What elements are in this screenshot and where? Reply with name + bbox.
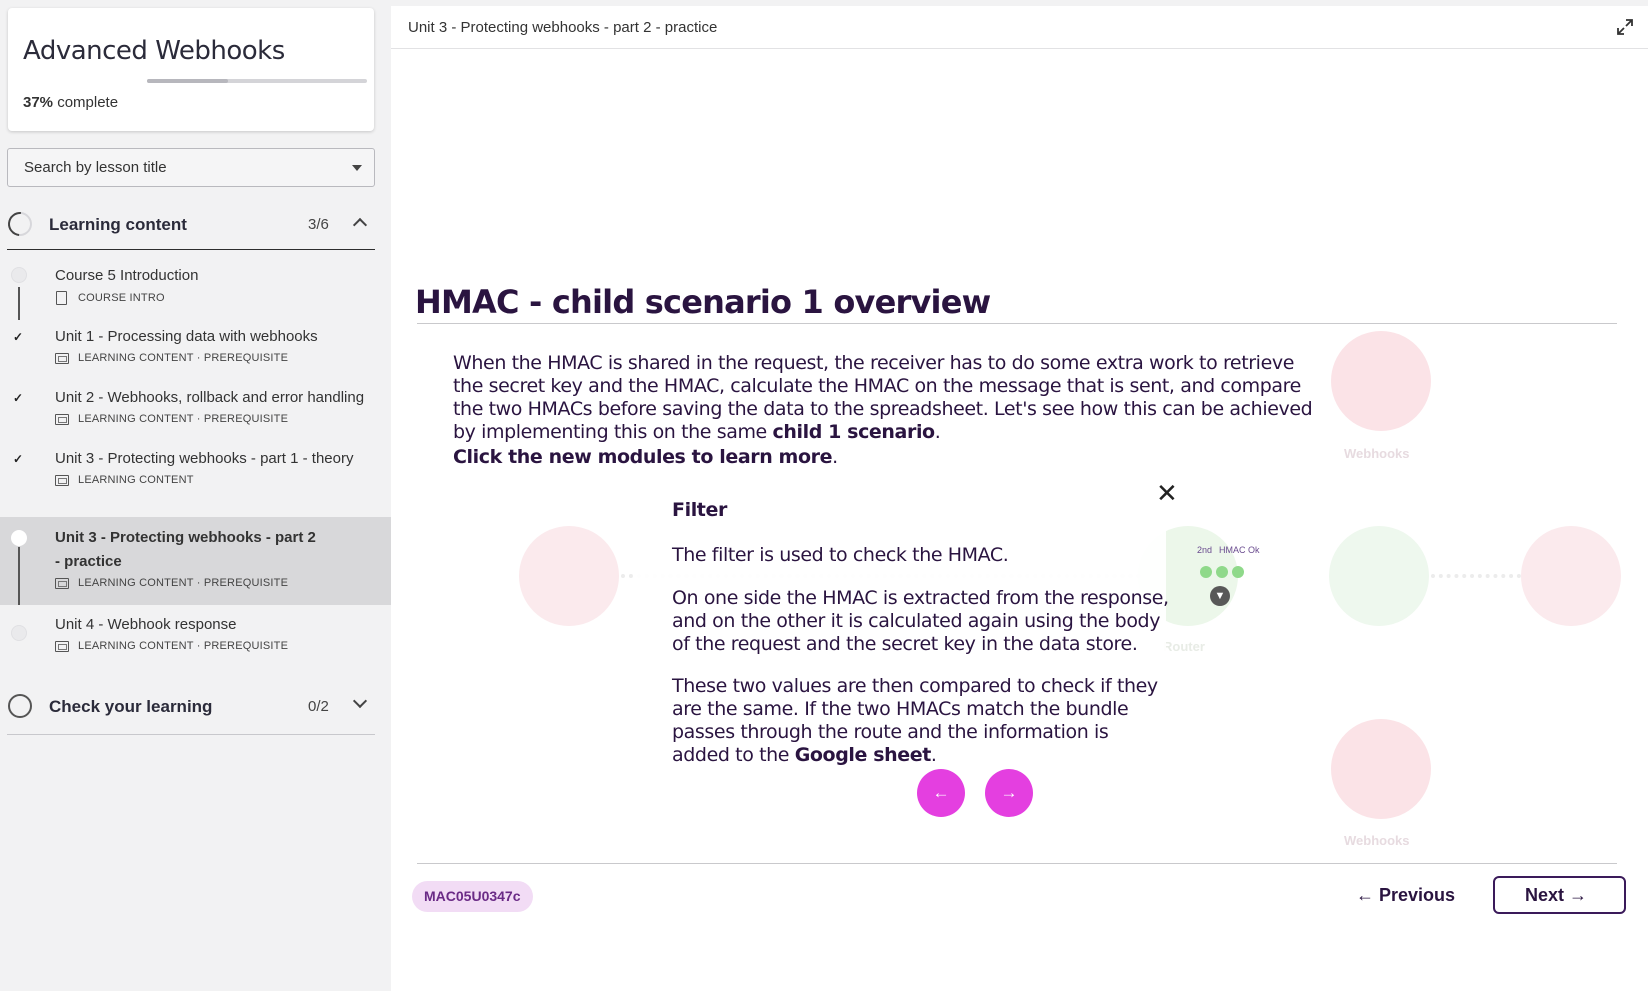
filter-label-b: HMAC Ok <box>1219 545 1260 555</box>
lesson-meta: LEARNING CONTENT · PREREQUISITE <box>55 640 288 652</box>
slides-icon <box>55 577 69 589</box>
module-popover: Filter ✕ The filter is used to check the… <box>636 472 1178 832</box>
slides-icon <box>55 640 69 652</box>
route-line <box>1431 574 1521 578</box>
popover-paragraph: The filter is used to check the HMAC. <box>672 544 1009 566</box>
lesson-meta-text: LEARNING CONTENT <box>78 474 194 486</box>
section-check-learning[interactable]: Check your learning 0/2 <box>7 680 375 735</box>
divider <box>417 863 1617 864</box>
expand-icon[interactable] <box>1616 18 1634 36</box>
file-icon <box>56 291 67 305</box>
webhooks-module-icon <box>1521 526 1621 626</box>
section-count: 0/2 <box>308 698 329 715</box>
popover-prev-button[interactable]: ← <box>917 769 965 817</box>
popover-bold: Google sheet <box>794 744 932 766</box>
scenario-label: Webhooks <box>1344 833 1410 848</box>
popover-next-button[interactable]: → <box>985 769 1033 817</box>
lesson-meta: LEARNING CONTENT · PREREQUISITE <box>55 413 288 425</box>
section-count: 3/6 <box>308 216 329 233</box>
divider <box>417 323 1617 324</box>
close-icon[interactable]: ✕ <box>1156 480 1178 506</box>
progress-bar <box>147 79 367 83</box>
lesson-topbar: Unit 3 - Protecting webhooks - part 2 - … <box>391 6 1648 49</box>
instruction-end: . <box>832 446 838 468</box>
popover-paragraph: On one side the HMAC is extracted from t… <box>672 587 1169 655</box>
slides-icon <box>55 413 69 425</box>
route-dot <box>1216 566 1228 578</box>
popover-paragraph: These two values are then compared to ch… <box>672 675 1162 767</box>
filter-label-a: 2nd <box>1197 545 1213 555</box>
progress-ring-icon <box>8 694 32 718</box>
intro-paragraph: When the HMAC is shared in the request, … <box>453 352 1313 444</box>
progress-fill <box>147 79 229 83</box>
completion-word: complete <box>57 94 119 111</box>
lesson-item[interactable]: ✓ Unit 1 - Processing data with webhooks… <box>0 316 391 376</box>
lesson-meta: LEARNING CONTENT · PREREQUISITE <box>55 577 288 589</box>
previous-button[interactable]: ← Previous <box>1356 885 1455 906</box>
sheets-module-icon <box>1329 526 1429 626</box>
status-dot-icon <box>11 267 27 283</box>
next-button[interactable]: Next → <box>1493 876 1626 914</box>
lesson-item[interactable]: Unit 4 - Webhook response LEARNING CONTE… <box>0 613 391 673</box>
route-dot <box>1232 566 1244 578</box>
popover-title: Filter <box>672 499 727 521</box>
lesson-item-active[interactable]: Unit 3 - Protecting webhooks - part 2 - … <box>0 517 391 605</box>
chevron-down-icon[interactable] <box>352 693 368 709</box>
webhooks-module-icon <box>1331 719 1431 819</box>
webhooks-module-icon <box>1331 331 1431 431</box>
lesson-title: Unit 2 - Webhooks, rollback and error ha… <box>55 389 365 406</box>
lesson-panel: Unit 3 - Protecting webhooks - part 2 - … <box>391 6 1648 991</box>
route-dot <box>1200 566 1212 578</box>
lesson-title: Unit 3 - Protecting webhooks - part 2 - … <box>55 529 316 570</box>
lesson-meta-text: LEARNING CONTENT · PREREQUISITE <box>78 640 289 652</box>
check-icon: ✓ <box>13 391 24 405</box>
lesson-title: Unit 1 - Processing data with webhooks <box>55 328 318 345</box>
progress-ring-icon <box>3 207 37 241</box>
lesson-meta: LEARNING CONTENT · PREREQUISITE <box>55 352 288 364</box>
popover-end: . <box>930 744 937 766</box>
scenario-label: Webhooks <box>1344 446 1410 461</box>
status-dot-icon <box>11 530 27 546</box>
lesson-meta-text: LEARNING CONTENT · PREREQUISITE <box>78 577 289 589</box>
lesson-heading: HMAC - child scenario 1 overview <box>415 283 991 321</box>
course-card: Advanced Webhooks 37% complete <box>8 8 374 131</box>
sidebar: Advanced Webhooks 37% complete Search by… <box>0 0 391 991</box>
intro-end: . <box>934 421 941 443</box>
chevron-up-icon[interactable] <box>352 217 368 233</box>
status-dot-icon <box>11 625 27 641</box>
section-learning-content[interactable]: Learning content 3/6 <box>3 198 375 250</box>
caret-down-icon <box>352 165 362 171</box>
lesson-item[interactable]: Course 5 Introduction COURSE INTRO <box>0 255 391 315</box>
lesson-item[interactable]: ✓ Unit 2 - Webhooks, rollback and error … <box>0 377 391 437</box>
section-title: Check your learning <box>49 697 213 716</box>
completion-text: 37% complete <box>23 94 118 111</box>
lesson-meta-text: COURSE INTRO <box>78 292 165 304</box>
course-title: Advanced Webhooks <box>23 36 285 66</box>
lesson-title: Unit 4 - Webhook response <box>55 616 237 633</box>
lesson-item[interactable]: ✓ Unit 3 - Protecting webhooks - part 1 … <box>0 438 391 498</box>
lesson-code-badge: MAC05U0347c <box>412 881 533 912</box>
search-label: Search by lesson title <box>24 159 167 176</box>
completion-percent: 37% <box>23 94 54 111</box>
lesson-meta: LEARNING CONTENT <box>55 474 194 486</box>
lesson-meta-text: LEARNING CONTENT · PREREQUISITE <box>78 413 289 425</box>
timeline-connector <box>18 547 20 605</box>
check-icon: ✓ <box>13 452 24 466</box>
section-title: Learning content <box>49 215 187 234</box>
lesson-title: Unit 3 - Protecting webhooks - part 1 - … <box>55 450 354 467</box>
lesson-meta: COURSE INTRO <box>55 291 165 305</box>
webhooks-module-icon <box>519 526 619 626</box>
lesson-search-dropdown[interactable]: Search by lesson title <box>7 148 375 187</box>
lesson-meta-text: LEARNING CONTENT · PREREQUISITE <box>78 352 289 364</box>
lesson-title: Course 5 Introduction <box>55 267 199 284</box>
filter-icon[interactable]: ▼ <box>1210 586 1230 606</box>
instruction-bold: Click the new modules to learn more <box>453 446 833 468</box>
slides-icon <box>55 474 69 486</box>
check-icon: ✓ <box>13 330 24 344</box>
instruction-text: Click the new modules to learn more. <box>453 446 838 468</box>
intro-bold: child 1 scenario <box>772 421 936 443</box>
slides-icon <box>55 352 69 364</box>
topbar-title: Unit 3 - Protecting webhooks - part 2 - … <box>408 19 718 36</box>
